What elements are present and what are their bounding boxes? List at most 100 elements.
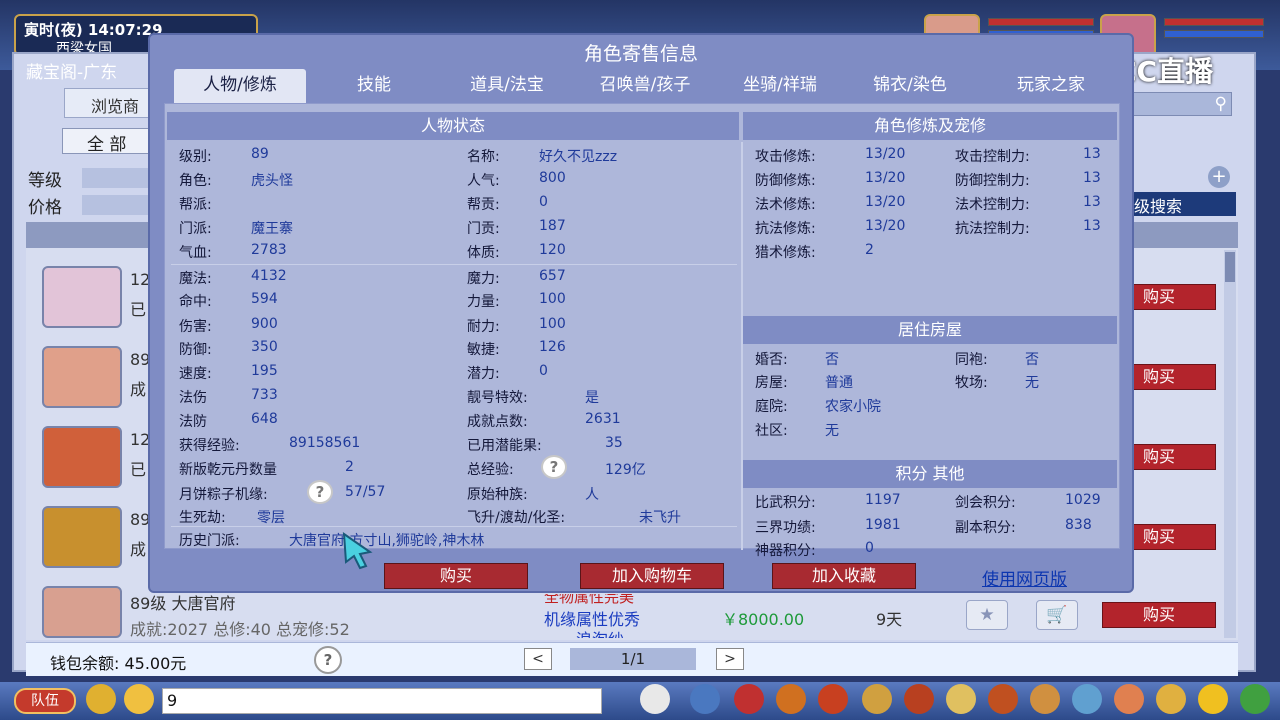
special-id-label: 靓号特效:: [467, 390, 528, 406]
guild-shortcut-icon[interactable]: [862, 684, 892, 714]
plus-icon[interactable]: +: [1208, 166, 1230, 188]
school-contrib-value: 187: [539, 218, 566, 234]
help-icon[interactable]: ?: [314, 646, 342, 674]
spell-cult-label: 法术修炼:: [755, 197, 816, 213]
buy-button[interactable]: 购买: [384, 563, 528, 589]
hp-label: 气血:: [179, 245, 212, 261]
chat-input[interactable]: 9: [162, 688, 602, 714]
price-filter-input[interactable]: [82, 195, 152, 215]
listing-title: 89级 大唐官府: [130, 594, 236, 613]
star-icon[interactable]: ★: [966, 600, 1008, 630]
community-value: 无: [825, 423, 839, 439]
advanced-search-button[interactable]: 级搜索: [1128, 192, 1236, 216]
robe-label: 同袍:: [955, 352, 988, 368]
smile-shortcut-icon[interactable]: [1198, 684, 1228, 714]
level-label: 级别:: [179, 149, 212, 165]
friend-shortcut-icon[interactable]: [904, 684, 934, 714]
emote-shortcut-icon[interactable]: [1156, 684, 1186, 714]
married-value: 否: [825, 352, 839, 368]
add-to-cart-button[interactable]: 加入购物车: [580, 563, 724, 589]
magic-defense-value: 648: [251, 411, 278, 427]
potential-fruit-value: 35: [605, 435, 623, 451]
next-page-button[interactable]: >: [716, 648, 744, 670]
listing-avatar[interactable]: [42, 426, 122, 488]
race-value: 人: [585, 487, 599, 503]
trade-shortcut-icon[interactable]: [818, 684, 848, 714]
listing-avatar[interactable]: [42, 586, 122, 638]
prev-page-button[interactable]: <: [524, 648, 552, 670]
resist-ctrl-label: 抗法控制力:: [955, 221, 1030, 237]
tab-home[interactable]: 玩家之家: [988, 69, 1114, 103]
character-panel: 人物状态 角色修炼及宠修 级别: 89 角色: 虎头怪 帮派: 门派: 魔王寨 …: [164, 103, 1120, 559]
endurance-label: 耐力:: [467, 319, 500, 335]
race-label: 原始种族:: [467, 487, 528, 503]
tab-skills[interactable]: 技能: [326, 69, 422, 103]
hit-label: 命中:: [179, 294, 212, 310]
married-label: 婚否:: [755, 352, 788, 368]
life-death-value: 零层: [257, 510, 285, 526]
dialog-title: 角色寄售信息: [583, 43, 698, 65]
dungeon-points-value: 838: [1065, 517, 1092, 533]
map-shortcut-icon[interactable]: [946, 684, 976, 714]
listing-avatar[interactable]: [42, 506, 122, 568]
tab-outfits[interactable]: 锦衣/染色: [854, 69, 966, 103]
total-exp-label: 总经验:: [467, 462, 514, 478]
magic-power-label: 魔力:: [467, 271, 500, 287]
attack-ctrl-label: 攻击控制力:: [955, 149, 1030, 165]
use-web-version-link[interactable]: 使用网页版: [982, 565, 1067, 590]
dialog-tabs: 人物/修炼 技能 道具/法宝 召唤兽/孩子 坐骑/祥瑞 锦衣/染色 玩家之家: [170, 69, 1114, 103]
cart-icon[interactable]: 🛒: [1036, 600, 1078, 630]
tab-mounts[interactable]: 坐骑/祥瑞: [722, 69, 838, 103]
listing-buy-button[interactable]: 购买: [1102, 602, 1216, 628]
total-exp-help-icon[interactable]: ?: [541, 455, 567, 479]
listing-avatar[interactable]: [42, 346, 122, 408]
team-button[interactable]: 队伍: [14, 688, 76, 714]
quest-shortcut-icon[interactable]: [776, 684, 806, 714]
add-to-favorites-button[interactable]: 加入收藏: [772, 563, 916, 589]
damage-label: 伤害:: [179, 319, 212, 335]
hunting-cult-label: 猎术修炼:: [755, 245, 816, 261]
mic-icon[interactable]: [86, 684, 116, 714]
spell-ctrl-value: 13: [1083, 194, 1101, 210]
skill-shortcut-icon[interactable]: [690, 684, 720, 714]
yard-value: 农家小院: [825, 399, 881, 415]
exp-label: 获得经验:: [179, 438, 240, 454]
page-indicator: 1/1: [570, 648, 696, 670]
all-filter-button[interactable]: 全 部: [62, 128, 152, 155]
achievement-label: 成就点数:: [467, 414, 528, 430]
search-icon[interactable]: ⚲: [1215, 94, 1227, 114]
chat-icon[interactable]: [124, 684, 154, 714]
total-exp-value: 129亿: [605, 462, 646, 478]
item-shortcut-icon[interactable]: [734, 684, 764, 714]
mail-shortcut-icon[interactable]: [1072, 684, 1102, 714]
listing-stats: 成就:2027 总修:40 总宠修:52: [130, 620, 350, 639]
ascension-label: 飞升/渡劫/化圣:: [467, 510, 566, 526]
system-shortcut-icon[interactable]: [988, 684, 1018, 714]
activity-shortcut-icon[interactable]: [1030, 684, 1060, 714]
history-school-label: 历史门派:: [179, 533, 240, 549]
listing-status: 成: [130, 380, 147, 399]
defense-ctrl-value: 13: [1083, 170, 1101, 186]
listing-scrollbar[interactable]: [1224, 250, 1236, 638]
mooncake-help-icon[interactable]: ?: [307, 480, 333, 504]
arena-points-label: 比武积分:: [755, 495, 816, 511]
gift-shortcut-icon[interactable]: [1114, 684, 1144, 714]
pet-hp-bar: [1164, 18, 1264, 26]
magic-defense-label: 法防: [179, 414, 207, 430]
listing-status: 已: [130, 300, 147, 319]
tab-items[interactable]: 道具/法宝: [446, 69, 568, 103]
scrollbar-thumb[interactable]: [1225, 252, 1235, 282]
history-school-value: 大唐官府,方寸山,狮驼岭,神木林: [289, 533, 485, 549]
artifact-points-value: 0: [865, 540, 874, 556]
pet-shortcut-icon[interactable]: [640, 684, 670, 714]
attack-ctrl-value: 13: [1083, 146, 1101, 162]
ranch-label: 牧场:: [955, 375, 988, 391]
listing-desc-bottom: 浪淘纱: [576, 626, 624, 638]
tab-pets[interactable]: 召唤兽/孩子: [580, 69, 710, 103]
points-header: 积分 其他: [743, 460, 1117, 488]
level-filter-input[interactable]: [82, 168, 152, 188]
settings-shortcut-icon[interactable]: [1240, 684, 1270, 714]
potential-value: 0: [539, 363, 548, 379]
listing-avatar[interactable]: [42, 266, 122, 328]
tab-character[interactable]: 人物/修炼: [174, 69, 306, 103]
